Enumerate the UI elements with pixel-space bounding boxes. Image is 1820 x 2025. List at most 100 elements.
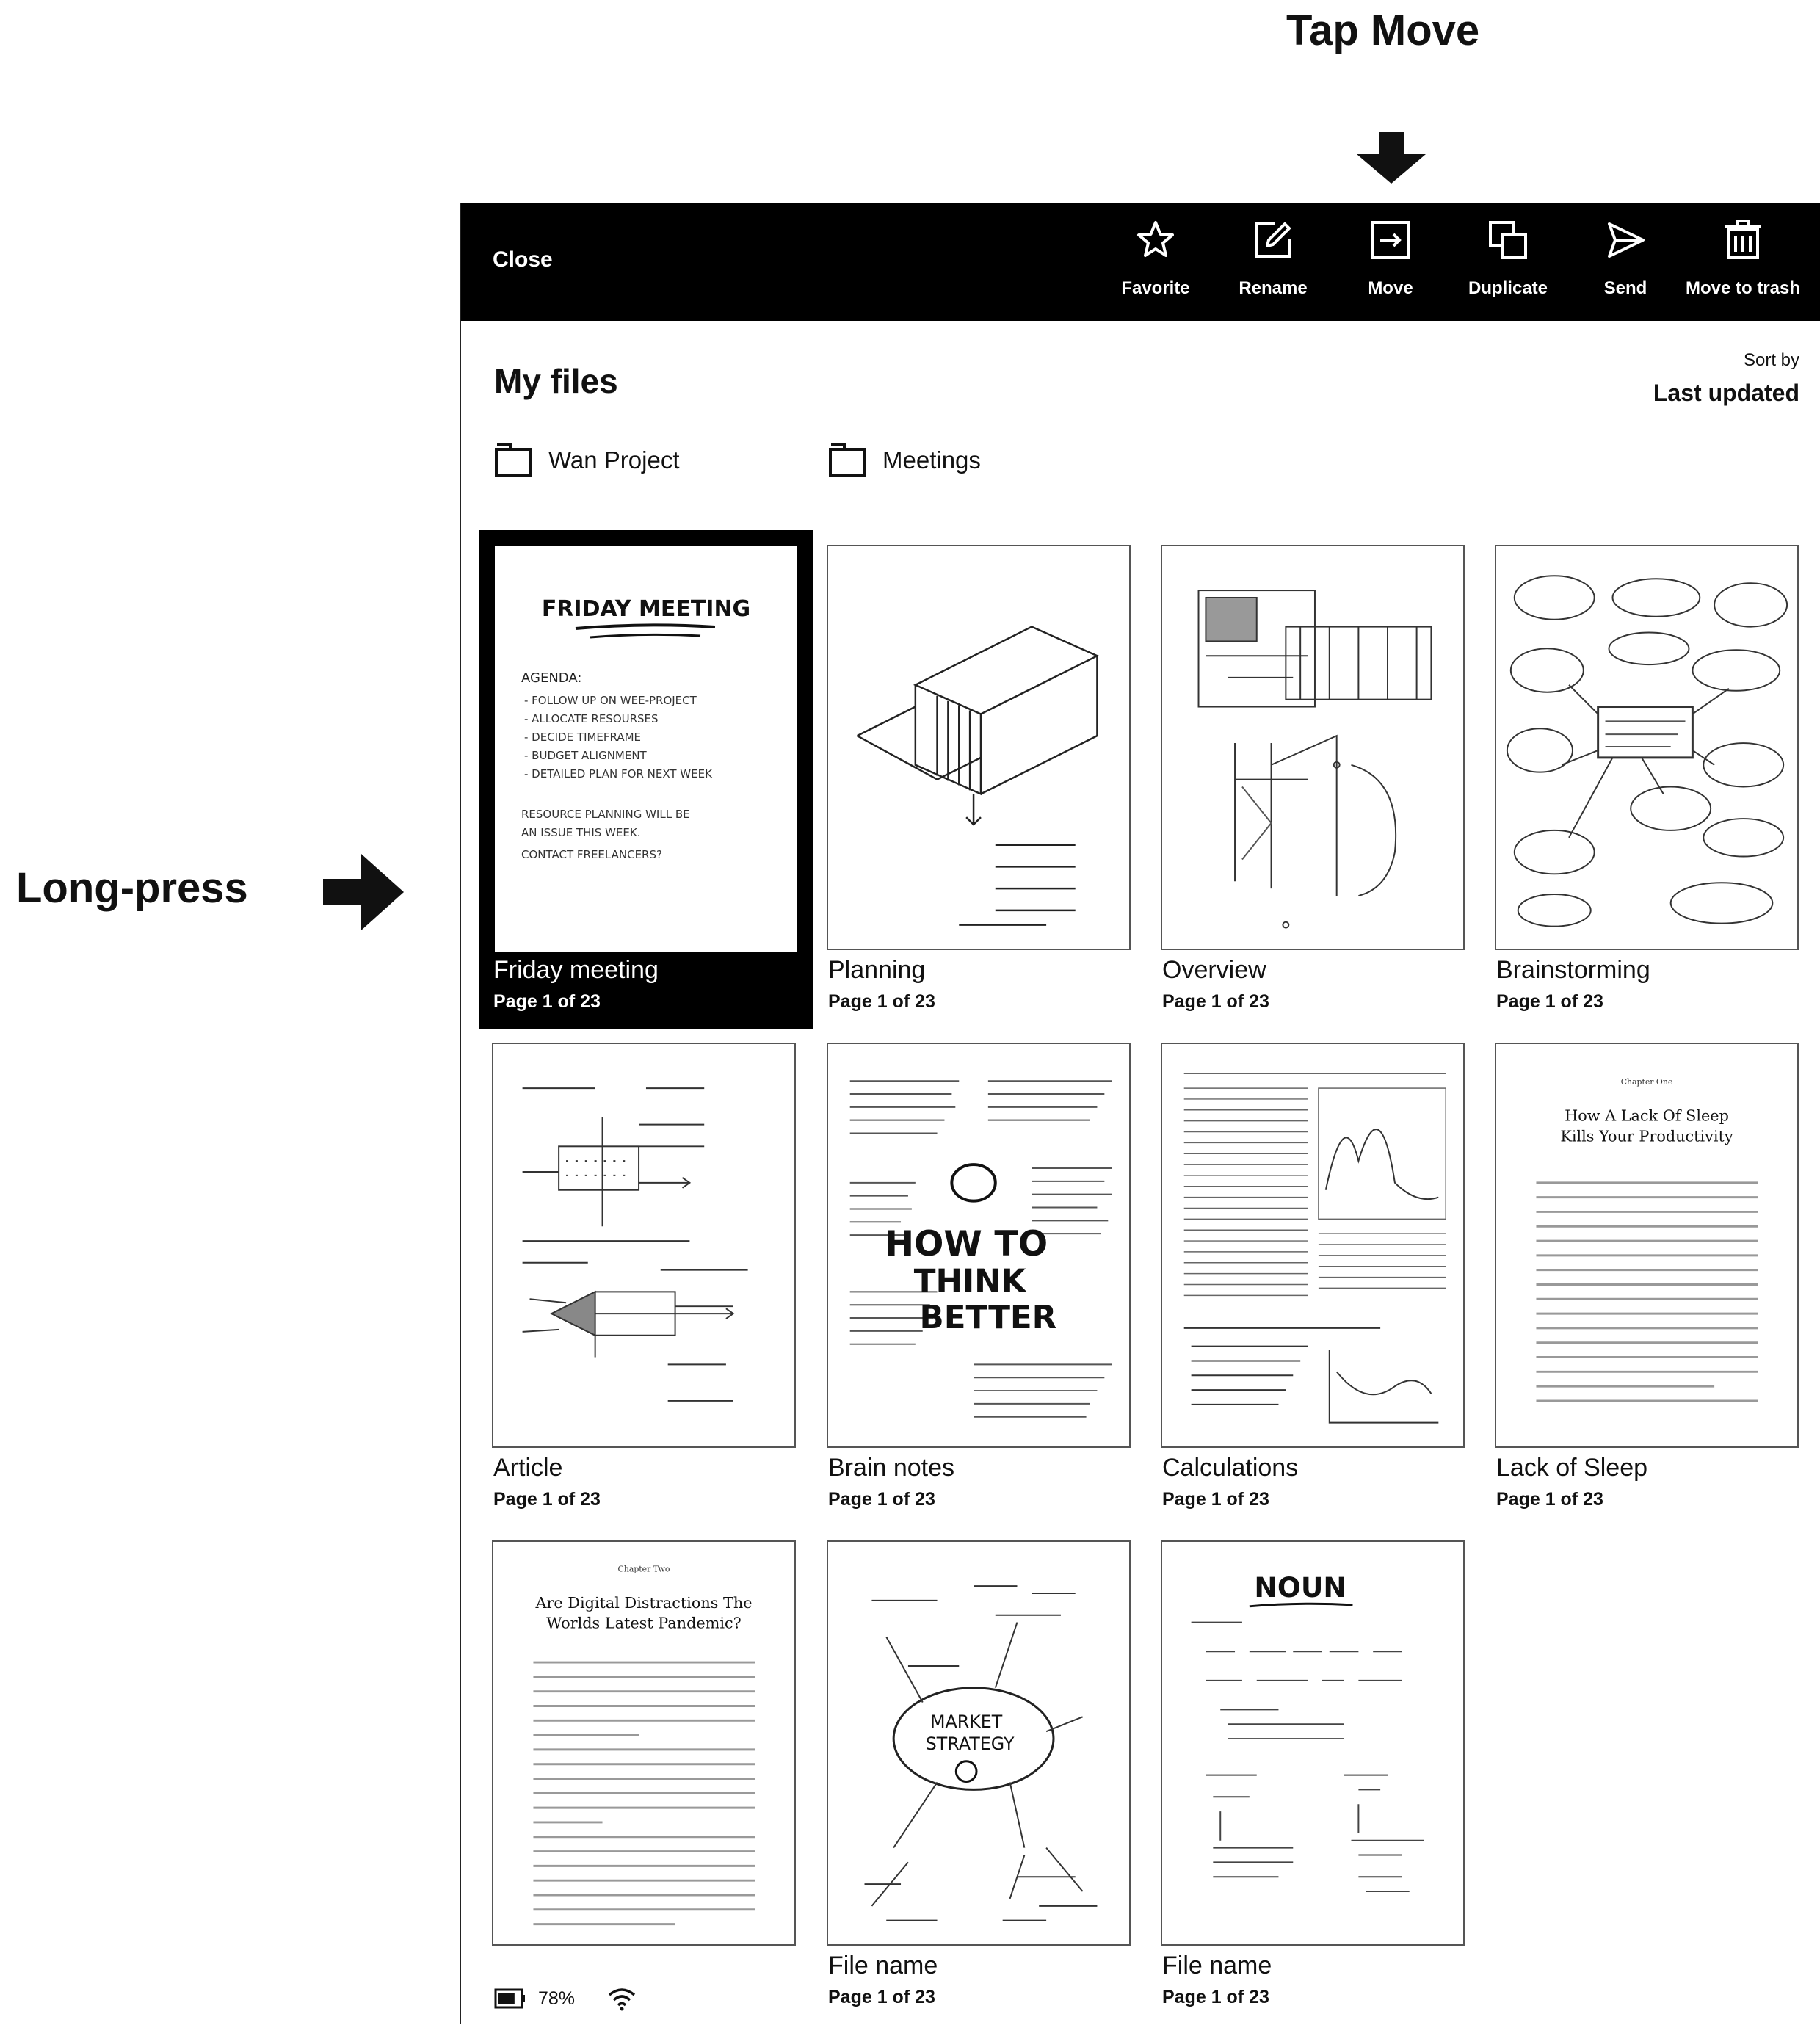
- rename-label: Rename: [1239, 278, 1308, 298]
- thumb-line: THINK: [914, 1263, 1028, 1300]
- file-tile-friday-meeting[interactable]: FRIDAY MEETING AGENDA: - FOLLOW UP ON WE…: [479, 530, 813, 1029]
- thumb-line: Chapter Two: [618, 1564, 670, 1573]
- favorite-label: Favorite: [1121, 278, 1190, 298]
- file-page-count: Page 1 of 23: [828, 1987, 935, 2007]
- thumb-line: - ALLOCATE RESOURSES: [524, 712, 659, 725]
- file-page-count: Page 1 of 23: [493, 991, 601, 1012]
- file-name: Planning: [828, 956, 926, 984]
- thumb-title: FRIDAY MEETING: [542, 596, 750, 622]
- file-name: Article: [493, 1454, 563, 1482]
- thumb-line: - DETAILED PLAN FOR NEXT WEEK: [524, 767, 713, 780]
- move-to-trash-button[interactable]: Move to trash: [1684, 218, 1802, 314]
- thumb-line: HOW TO: [885, 1224, 1048, 1264]
- file-name: Friday meeting: [493, 956, 659, 984]
- file-name: Overview: [1162, 956, 1266, 984]
- duplicate-label: Duplicate: [1468, 278, 1548, 298]
- file-thumbnail: [1495, 545, 1799, 950]
- file-name: File name: [1162, 1952, 1272, 1979]
- thumb-line: Chapter One: [1621, 1077, 1673, 1087]
- pencil-icon: [1255, 222, 1291, 258]
- thumb-line: BETTER: [920, 1300, 1057, 1336]
- send-button[interactable]: Send: [1567, 218, 1684, 314]
- move-to-trash-label: Move to trash: [1685, 278, 1801, 298]
- file-thumbnail: Chapter Two Are Digital Distractions The…: [492, 1540, 796, 1946]
- file-thumbnail: MARKET STRATEGY: [827, 1540, 1131, 1946]
- thumb-agenda: AGENDA:: [521, 670, 581, 686]
- battery-icon: [494, 1988, 525, 2009]
- duplicate-button[interactable]: Duplicate: [1449, 218, 1567, 314]
- file-thumbnail: [492, 1043, 796, 1448]
- thumb-line: AN ISSUE THIS WEEK.: [521, 826, 641, 839]
- thumb-line: How A Lack Of Sleep: [1565, 1107, 1729, 1125]
- file-tile-calculations[interactable]: Calculations Page 1 of 23: [1148, 1028, 1465, 1527]
- file-tile-planning[interactable]: Planning Page 1 of 23: [813, 530, 1131, 1029]
- move-button[interactable]: Move: [1332, 218, 1449, 314]
- thumb-line: - DECIDE TIMEFRAME: [524, 731, 641, 744]
- file-page-count: Page 1 of 23: [828, 991, 935, 1012]
- folder-name: Meetings: [882, 446, 981, 474]
- file-name: Brain notes: [828, 1454, 954, 1482]
- thumb-line: RESOURCE PLANNING WILL BE: [521, 808, 690, 821]
- folder-meetings[interactable]: Meetings: [828, 438, 981, 482]
- file-thumbnail: Chapter One How A Lack Of Sleep Kills Yo…: [1495, 1043, 1799, 1448]
- file-name: Lack of Sleep: [1496, 1454, 1648, 1482]
- thumb-title: NOUN: [1254, 1571, 1346, 1604]
- folder-name: Wan Project: [548, 446, 680, 474]
- thumb-line: - BUDGET ALIGNMENT: [524, 749, 648, 762]
- move-icon: [1371, 221, 1410, 259]
- thumb-line: - FOLLOW UP ON WEE-PROJECT: [524, 694, 697, 707]
- file-page-count: Page 1 of 23: [1162, 991, 1269, 1012]
- send-label: Send: [1603, 278, 1647, 298]
- file-thumbnail: FRIDAY MEETING AGENDA: - FOLLOW UP ON WE…: [495, 546, 797, 952]
- file-page-count: Page 1 of 23: [1496, 1489, 1603, 1510]
- thumb-line: Worlds Latest Pandemic?: [546, 1615, 742, 1632]
- rename-button[interactable]: Rename: [1214, 218, 1332, 314]
- file-tile-overview[interactable]: Overview Page 1 of 23: [1148, 530, 1465, 1029]
- favorite-button[interactable]: Favorite: [1097, 218, 1214, 314]
- folder-icon: [829, 443, 866, 477]
- thumb-line: Are Digital Distractions The: [534, 1594, 752, 1612]
- file-tile-article[interactable]: Article Page 1 of 23: [479, 1028, 796, 1527]
- move-label: Move: [1368, 278, 1413, 298]
- file-thumbnail: [827, 545, 1131, 950]
- long-press-annotation: Long-press: [16, 864, 248, 912]
- trash-icon: [1725, 220, 1761, 259]
- file-tile-brain-notes[interactable]: HOW TO THINK BETTER Brain notes Page 1 o…: [813, 1028, 1131, 1527]
- file-tile-noun[interactable]: NOUN File name Page 1 of 23: [1148, 1526, 1465, 2025]
- thumb-line: Kills Your Productivity: [1560, 1127, 1733, 1145]
- thumb-line: CONTACT FREELANCERS?: [521, 848, 662, 861]
- file-page-count: Page 1 of 23: [828, 1489, 935, 1510]
- device-screen: Close Favorite Rename Move Duplicate Sen…: [460, 203, 1820, 2024]
- arrow-right-icon: [323, 854, 404, 930]
- file-page-count: Page 1 of 23: [1162, 1987, 1269, 2007]
- file-tile-digital-distractions[interactable]: Chapter Two Are Digital Distractions The…: [479, 1526, 796, 1952]
- file-thumbnail: NOUN: [1161, 1540, 1465, 1946]
- sort-dropdown[interactable]: Last updated: [1653, 380, 1799, 407]
- file-thumbnail: [1161, 545, 1465, 950]
- folder-wan-project[interactable]: Wan Project: [494, 438, 680, 482]
- file-name: Calculations: [1162, 1454, 1299, 1482]
- wifi-icon: [608, 1988, 636, 2011]
- file-tile-brainstorming[interactable]: Brainstorming Page 1 of 23: [1482, 530, 1799, 1029]
- thumb-line: STRATEGY: [926, 1734, 1015, 1754]
- duplicate-icon: [1489, 221, 1527, 259]
- file-page-count: Page 1 of 23: [1162, 1489, 1269, 1510]
- close-button[interactable]: Close: [493, 247, 553, 272]
- file-name: Brainstorming: [1496, 956, 1650, 984]
- arrow-down-icon: [1357, 132, 1426, 184]
- folder-icon: [495, 443, 532, 477]
- sort-by-label: Sort by: [1743, 350, 1799, 370]
- battery-percentage: 78%: [538, 1988, 576, 2009]
- file-tile-lack-of-sleep[interactable]: Chapter One How A Lack Of Sleep Kills Yo…: [1482, 1028, 1799, 1527]
- file-thumbnail: HOW TO THINK BETTER: [827, 1043, 1131, 1448]
- tap-move-annotation: Tap Move: [1286, 7, 1480, 54]
- send-icon: [1608, 222, 1645, 258]
- file-thumbnail: [1161, 1043, 1465, 1448]
- status-bar: 78%: [494, 1980, 637, 2017]
- page-title: My files: [494, 362, 618, 400]
- file-name: File name: [828, 1952, 938, 1979]
- file-tile-market-strategy[interactable]: MARKET STRATEGY File name Page 1 of 23: [813, 1526, 1131, 2025]
- action-toolbar: Close Favorite Rename Move Duplicate Sen…: [461, 203, 1820, 321]
- file-page-count: Page 1 of 23: [1496, 991, 1603, 1012]
- thumb-line: MARKET: [930, 1711, 1003, 1732]
